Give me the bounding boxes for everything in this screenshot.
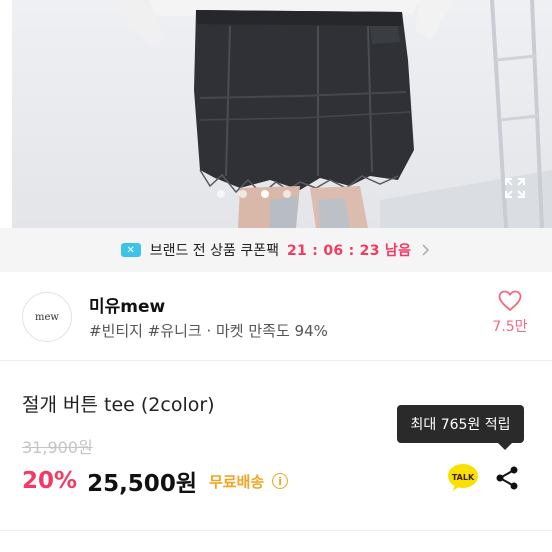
expand-icon[interactable] <box>504 177 526 199</box>
product-title: 절개 버튼 tee (2color) <box>22 394 215 416</box>
free-shipping-label: 무료배송 <box>208 472 265 491</box>
like-count: 7.5만 <box>492 319 528 335</box>
kakaotalk-icon[interactable]: TALK <box>447 463 479 493</box>
section-divider <box>0 360 552 361</box>
shop-tags: #빈티지 #유니크 · 마켓 만족도 94% <box>89 322 328 340</box>
chevron-right-icon <box>422 244 430 256</box>
shop-avatar-text: mew <box>35 311 59 323</box>
product-image[interactable] <box>0 0 552 228</box>
talk-label: TALK <box>452 473 475 482</box>
pagination-dot[interactable] <box>283 190 291 198</box>
share-icon[interactable] <box>494 465 520 491</box>
original-price: 31,900원 <box>22 438 93 457</box>
like-button[interactable]: 7.5만 <box>492 290 528 336</box>
coupon-icon: ✕ <box>120 243 141 257</box>
image-pagination-dots <box>0 190 530 198</box>
coupon-timer: 21 : 06 : 23 남음 <box>287 243 412 259</box>
sale-price: 25,500원 <box>87 471 197 497</box>
info-icon[interactable]: i <box>272 473 289 489</box>
coupon-banner[interactable]: ✕ 브랜드 전 상품 쿠폰팩 21 : 06 : 23 남음 <box>0 228 552 272</box>
pagination-dot-active[interactable] <box>261 190 269 198</box>
shop-name[interactable]: 미유mew <box>89 292 165 317</box>
points-tooltip-text: 최대 765원 적립 <box>410 417 511 433</box>
discount-rate: 20% <box>22 468 78 494</box>
pagination-dot[interactable] <box>217 190 225 198</box>
shop-avatar[interactable]: mew <box>22 292 72 342</box>
price-row: 20% 25,500원 무료배송 i <box>22 464 289 498</box>
points-tooltip: 최대 765원 적립 <box>397 405 524 450</box>
shop-info[interactable]: mew 미유mew #빈티지 #유니크 · 마켓 만족도 94% 7.5만 <box>0 272 552 360</box>
section-divider <box>0 530 552 531</box>
coupon-text: 브랜드 전 상품 쿠폰팩 <box>149 243 279 259</box>
pagination-dot[interactable] <box>239 190 247 198</box>
heart-outline-icon <box>498 290 522 312</box>
